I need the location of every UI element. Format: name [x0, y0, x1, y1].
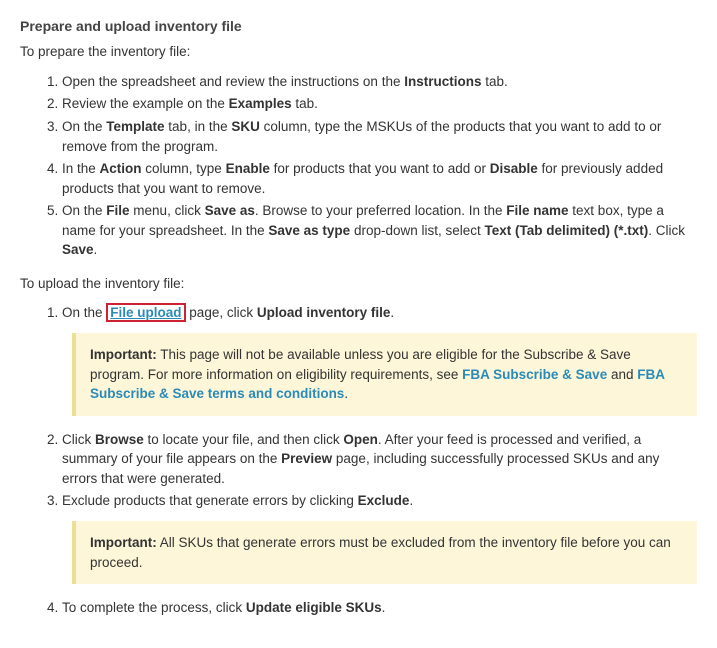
bold-enable: Enable [226, 161, 270, 176]
bold-filename: File name [506, 203, 568, 218]
prepare-step-5: On the File menu, click Save as. Browse … [62, 201, 697, 260]
bold-update-skus: Update eligible SKUs [246, 600, 382, 615]
bold-preview: Preview [281, 451, 332, 466]
upload-step-2: Click Browse to locate your file, and th… [62, 430, 697, 489]
upload-step-3: Exclude products that generate errors by… [62, 491, 697, 584]
important-label: Important: [90, 347, 157, 362]
bold-action: Action [100, 161, 142, 176]
fba-subscribe-link[interactable]: FBA Subscribe & Save [462, 367, 607, 382]
upload-intro: To upload the inventory file: [20, 274, 697, 294]
prepare-step-2: Review the example on the Examples tab. [62, 94, 697, 114]
bold-texttab: Text (Tab delimited) (*.txt) [485, 223, 649, 238]
prepare-steps: Open the spreadsheet and review the inst… [20, 72, 697, 260]
bold-template: Template [106, 119, 164, 134]
file-upload-link[interactable]: File upload [106, 303, 185, 322]
bold-exclude: Exclude [358, 493, 410, 508]
upload-step-4: To complete the process, click Update el… [62, 598, 697, 618]
bold-disable: Disable [490, 161, 538, 176]
bold-upload-inventory: Upload inventory file [257, 305, 391, 320]
bold-instructions: Instructions [404, 74, 481, 89]
bold-sku: SKU [231, 119, 260, 134]
important-note-1: Important: This page will not be availab… [72, 333, 697, 416]
bold-browse: Browse [95, 432, 144, 447]
prepare-step-1: Open the spreadsheet and review the inst… [62, 72, 697, 92]
bold-open: Open [343, 432, 378, 447]
prepare-step-3: On the Template tab, in the SKU column, … [62, 117, 697, 156]
upload-step-1: On the File upload page, click Upload in… [62, 303, 697, 415]
upload-steps: On the File upload page, click Upload in… [20, 303, 697, 617]
section-heading: Prepare and upload inventory file [20, 16, 697, 36]
bold-file: File [106, 203, 129, 218]
important-label-2: Important: [90, 535, 157, 550]
prepare-intro: To prepare the inventory file: [20, 42, 697, 62]
bold-saveastype: Save as type [268, 223, 350, 238]
bold-saveas: Save as [205, 203, 255, 218]
bold-save: Save [62, 242, 94, 257]
bold-examples: Examples [229, 96, 292, 111]
prepare-step-4: In the Action column, type Enable for pr… [62, 159, 697, 198]
important-note-2: Important: All SKUs that generate errors… [72, 521, 697, 584]
